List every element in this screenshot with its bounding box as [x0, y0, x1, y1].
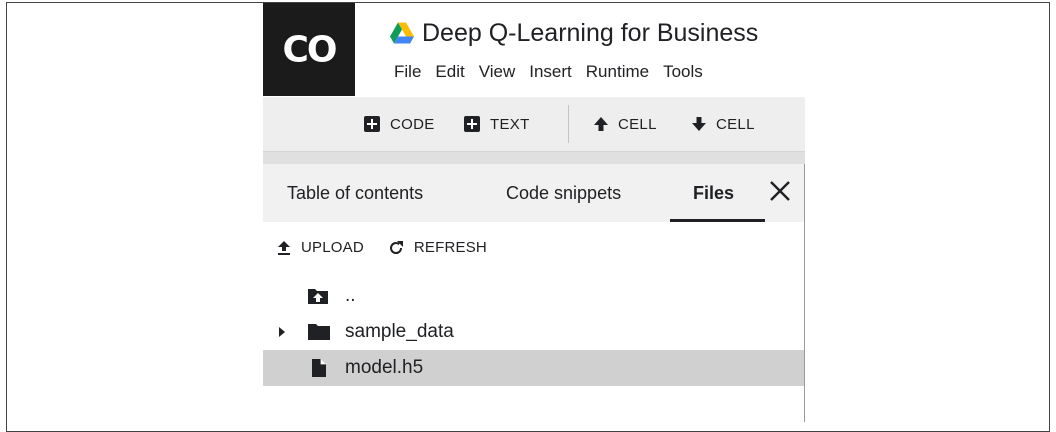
colab-logo[interactable]: CO: [263, 3, 355, 96]
folder-icon: [308, 324, 330, 340]
upload-icon: [278, 240, 290, 255]
add-text-label: TEXT: [490, 115, 530, 133]
sidebar-tabs: Table of contents Code snippets Files: [263, 164, 804, 222]
menu-insert[interactable]: Insert: [529, 62, 572, 82]
menu-view[interactable]: View: [479, 62, 516, 82]
move-cell-up-button[interactable]: CELL: [593, 97, 657, 151]
arrow-down-icon: [692, 117, 706, 131]
file-name: model.h5: [345, 357, 424, 378]
menu-file[interactable]: File: [394, 62, 421, 82]
file-row-sample-data[interactable]: sample_data: [263, 314, 804, 350]
file-row-parent[interactable]: ..: [263, 278, 804, 314]
folder-up-icon: [308, 289, 328, 304]
add-code-label: CODE: [390, 115, 435, 133]
upload-label: UPLOAD: [301, 239, 364, 256]
google-drive-icon: [390, 22, 414, 44]
add-text-button[interactable]: TEXT: [463, 97, 530, 151]
files-sidebar: Table of contents Code snippets Files UP…: [263, 164, 805, 422]
file-name: ..: [345, 285, 356, 306]
file-icon: [312, 359, 326, 377]
cell-up-label: CELL: [618, 115, 657, 133]
notebook-title-row: Deep Q-Learning for Business: [390, 16, 758, 50]
close-icon[interactable]: [765, 176, 795, 206]
active-tab-indicator: [670, 219, 765, 222]
toolbar-divider: [568, 105, 569, 143]
refresh-icon: [389, 240, 403, 254]
file-name: sample_data: [345, 321, 454, 342]
tab-code-snippets[interactable]: Code snippets: [506, 164, 621, 222]
tab-table-of-contents[interactable]: Table of contents: [287, 164, 423, 222]
logo-text: CO: [282, 29, 337, 70]
plus-box-icon: [364, 116, 380, 132]
cell-down-label: CELL: [716, 115, 755, 133]
menu-bar: File Edit View Insert Runtime Tools: [394, 62, 717, 82]
refresh-label: REFRESH: [413, 239, 487, 256]
menu-tools[interactable]: Tools: [663, 62, 703, 82]
move-cell-down-button[interactable]: CELL: [691, 97, 755, 151]
upload-button[interactable]: UPLOAD: [277, 239, 364, 256]
refresh-button[interactable]: REFRESH: [388, 239, 487, 256]
tab-files[interactable]: Files: [693, 164, 734, 222]
file-actions: UPLOAD REFRESH: [277, 239, 487, 256]
file-row-model[interactable]: model.h5: [263, 350, 804, 386]
toolbar-shadow: [263, 152, 805, 164]
menu-edit[interactable]: Edit: [435, 62, 464, 82]
plus-box-icon: [464, 116, 480, 132]
arrow-up-icon: [594, 117, 608, 131]
menu-runtime[interactable]: Runtime: [586, 62, 649, 82]
add-code-button[interactable]: CODE: [363, 97, 435, 151]
notebook-title[interactable]: Deep Q-Learning for Business: [422, 19, 758, 48]
notebook-toolbar: CODE TEXT CELL CELL: [263, 97, 805, 152]
caret-right-icon[interactable]: [278, 326, 286, 338]
